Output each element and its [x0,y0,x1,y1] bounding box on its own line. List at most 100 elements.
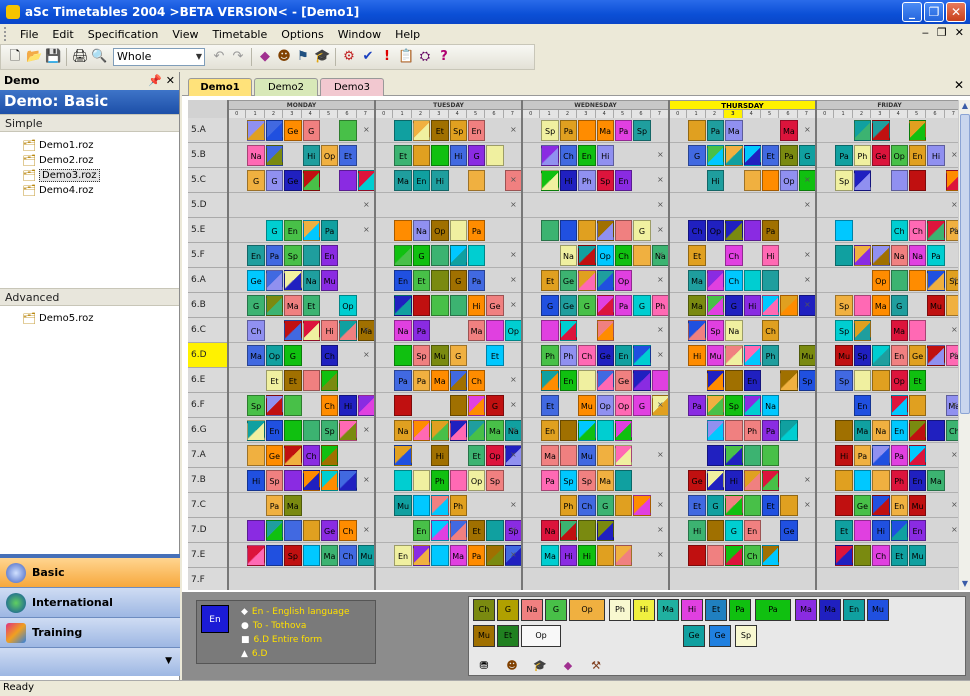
save-icon[interactable]: 💾 [45,49,61,65]
unplaced-card[interactable]: Et [497,625,519,647]
lesson-card[interactable] [853,320,872,341]
lesson-card[interactable]: Ma [247,345,265,366]
lesson-card[interactable]: Sp [486,470,504,491]
lesson-card[interactable]: Na [302,270,320,291]
file-item-selected[interactable]: 🗂 Demo3.roz [22,168,179,183]
lesson-card[interactable] [761,295,780,316]
lesson-card[interactable] [394,245,412,266]
lesson-card[interactable] [247,520,265,541]
class-label[interactable]: 5.D [188,193,228,218]
lesson-card[interactable] [265,545,284,566]
lesson-card[interactable] [449,470,467,491]
lesson-card[interactable]: Hi [927,145,945,166]
mdi-restore-icon[interactable]: ❐ [937,26,947,39]
lesson-card[interactable] [908,445,927,466]
unplaced-card[interactable]: Hi [681,599,703,621]
unplaced-card[interactable]: Hi [633,599,655,621]
lesson-card[interactable]: Op [431,220,449,241]
lesson-card[interactable] [853,120,872,141]
lesson-card[interactable]: En [908,470,927,491]
day-header[interactable]: THURSDAY [669,100,816,110]
class-label[interactable]: 6.A [188,268,228,293]
lesson-card[interactable] [339,420,357,441]
unplaced-card[interactable]: G [545,599,567,621]
lesson-card[interactable]: Sp [284,245,302,266]
lesson-card[interactable] [688,120,706,141]
lesson-card[interactable]: Hi [247,470,265,491]
lesson-card[interactable]: G [578,295,596,316]
lesson-card[interactable]: Ma [927,470,945,491]
lesson-card[interactable] [596,520,614,541]
lesson-card[interactable]: Ph [541,345,559,366]
generate-icon[interactable]: ⚙ [341,49,357,65]
lesson-card[interactable] [431,295,449,316]
class-label[interactable]: 5.B [188,143,228,168]
lesson-card[interactable] [284,520,302,541]
lesson-card[interactable]: Ma [284,495,302,516]
lesson-card[interactable] [596,445,614,466]
lesson-card[interactable]: Ch [890,220,908,241]
lesson-card[interactable] [725,370,743,391]
lesson-card[interactable]: Sp [578,470,596,491]
lesson-card[interactable] [541,170,559,191]
lesson-card[interactable]: Pa [614,120,633,141]
timetable-grid[interactable]: MONDAY 0 1 2 3 4 5 6 7 TUESDAY 0 1 2 3 4 5 6 7 WEDNESDAY 0 1… [188,100,958,590]
lesson-card[interactable] [302,220,320,241]
lesson-card[interactable] [908,420,927,441]
unplaced-card[interactable]: G [497,599,519,621]
lesson-card[interactable]: En [467,120,486,141]
lesson-card[interactable]: Sp [835,170,853,191]
lesson-card[interactable]: Ge [284,170,302,191]
lesson-card[interactable] [541,145,559,166]
menu-specification[interactable]: Specification [81,28,166,41]
lesson-card[interactable]: Pa [688,395,706,416]
nav-international[interactable]: International [0,588,180,618]
lesson-card[interactable]: Hi [467,295,486,316]
lesson-card[interactable]: Pa [320,220,339,241]
lesson-card[interactable]: Pa [541,470,559,491]
lesson-card[interactable]: Hi [559,170,578,191]
lesson-card[interactable]: G [247,295,265,316]
lesson-card[interactable] [853,295,872,316]
filter-icon[interactable]: ⛃ [477,659,491,673]
lesson-card[interactable]: Ma [431,370,449,391]
lesson-card[interactable] [761,470,780,491]
lesson-card[interactable] [284,270,302,291]
check-icon[interactable]: ✔ [360,49,376,65]
lesson-card[interactable] [265,270,284,291]
lesson-card[interactable]: Sp [835,370,853,391]
lesson-card[interactable] [467,245,486,266]
lesson-card[interactable] [559,320,578,341]
lesson-card[interactable] [706,445,725,466]
lesson-card[interactable] [706,420,725,441]
lesson-card[interactable] [725,345,743,366]
lesson-card[interactable]: Et [688,495,706,516]
lesson-card[interactable]: G [284,345,302,366]
day-header[interactable]: TUESDAY [375,100,522,110]
lesson-card[interactable]: Et [688,245,706,266]
lesson-card[interactable] [449,245,467,266]
lesson-card[interactable] [284,470,302,491]
wizard-icon[interactable]: ⛭ [417,49,433,65]
unplaced-card[interactable]: Pa [729,599,751,621]
lesson-card[interactable]: G [449,270,467,291]
lesson-card[interactable]: G [265,170,284,191]
lesson-card[interactable] [596,295,614,316]
lesson-card[interactable]: Mu [578,445,596,466]
lesson-card[interactable]: Ph [559,345,578,366]
unplaced-card[interactable]: Ma [819,599,841,621]
lesson-card[interactable] [265,120,284,141]
maximize-button[interactable]: ❐ [924,2,944,22]
lesson-card[interactable]: Ch [725,245,743,266]
lesson-card[interactable] [431,420,449,441]
lesson-card[interactable]: Pa [559,120,578,141]
lesson-card[interactable]: En [541,420,559,441]
lesson-card[interactable] [596,545,614,566]
lesson-card[interactable]: Na [890,245,908,266]
lesson-card[interactable] [706,470,725,491]
lesson-card[interactable] [541,220,559,241]
lesson-card[interactable]: Op [339,295,357,316]
lesson-card[interactable]: Op [596,245,614,266]
lesson-card[interactable] [761,170,780,191]
lesson-card[interactable]: Ge [780,520,798,541]
